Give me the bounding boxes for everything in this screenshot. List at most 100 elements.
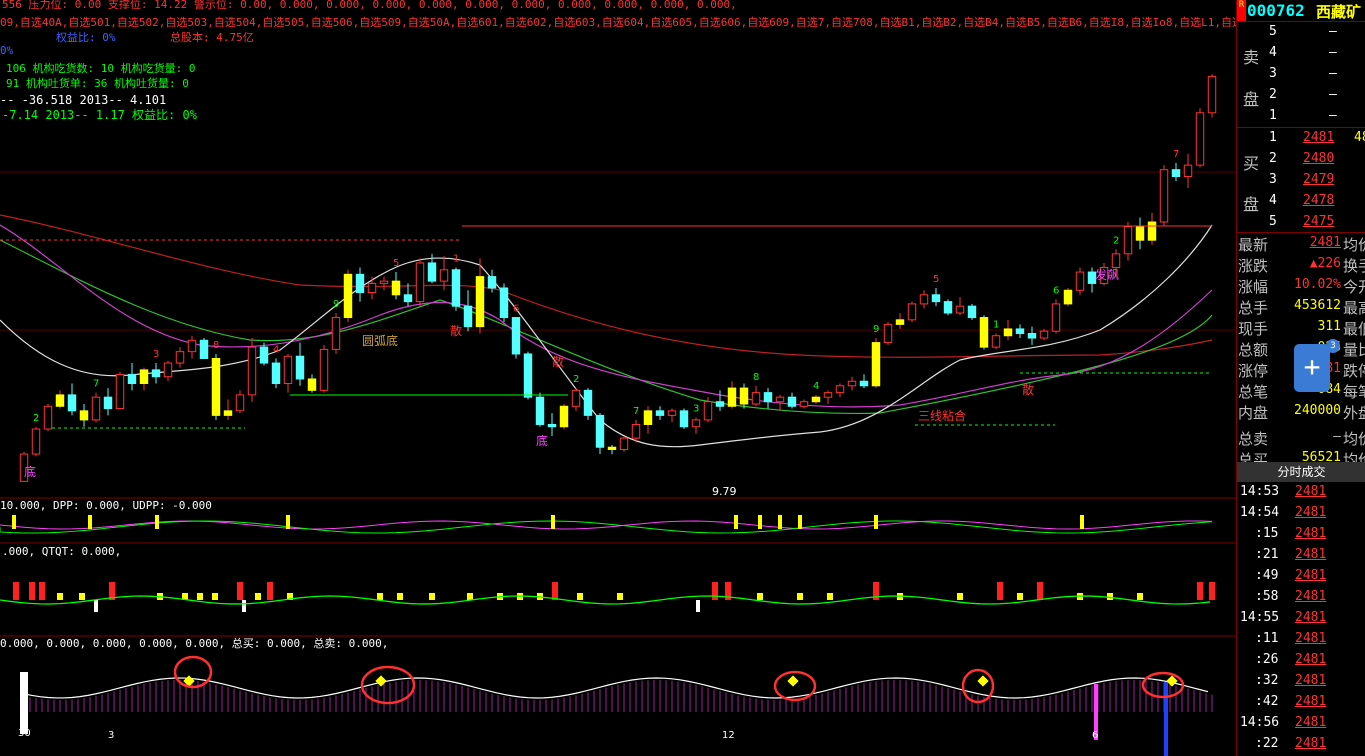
candle-body — [319, 348, 329, 391]
candle-body — [763, 392, 773, 403]
candle-body — [1183, 164, 1193, 177]
label-bottom-left: 底 — [24, 464, 36, 479]
r-badge-icon[interactable]: R — [1237, 0, 1246, 21]
dpp-signal-bar — [778, 515, 782, 529]
candle-count-label: 8 — [753, 372, 759, 383]
qtqt-red-bar — [13, 582, 19, 600]
buy-side-label-2: 盘 — [1243, 195, 1260, 214]
stat-right-label: 最低 — [1343, 320, 1365, 338]
candle-count-label: 2 — [573, 374, 579, 385]
qtqt-yellow-bar — [1017, 593, 1023, 600]
qtqt-white-bar — [94, 600, 98, 612]
buy-price[interactable]: 2479 — [1303, 172, 1334, 187]
buy-price[interactable]: 2475 — [1303, 214, 1334, 229]
candle-body — [547, 423, 557, 428]
stat-right-label: 量比 — [1343, 341, 1365, 359]
candle-body — [1135, 226, 1145, 241]
total-diamond-marker — [787, 675, 799, 687]
candlesticks: 2 7 3 8 4 9 5 1 6 2 7 3 8 4 9 5 1 6 2 7 — [19, 74, 1217, 482]
candle-body — [55, 394, 65, 407]
buy-price[interactable]: 2481 — [1303, 130, 1334, 145]
qtqt-red-bar — [29, 582, 35, 600]
candle-body — [595, 414, 605, 448]
qtqt-red-bar — [997, 582, 1003, 600]
trade-time: :22 — [1255, 736, 1279, 751]
qtqt-yellow-bar — [1107, 593, 1113, 600]
buy-level: 5 — [1269, 214, 1277, 229]
add-icon[interactable]: + — [1294, 344, 1330, 392]
candle-body — [31, 428, 41, 455]
sell-level: 5 — [1269, 24, 1277, 39]
tab-time-trades[interactable]: 分时成交 — [1237, 462, 1365, 482]
buy-price[interactable]: 2480 — [1303, 151, 1334, 166]
candle-body — [403, 294, 413, 303]
stat-value: 2481 — [1309, 235, 1341, 250]
dpp-signal-bar — [734, 515, 738, 529]
label-bottom-2: 底 — [536, 433, 548, 448]
candle-body — [331, 317, 341, 350]
candle-body — [775, 396, 785, 403]
candle-count-label: 9 — [333, 299, 339, 310]
candle-body — [895, 319, 905, 325]
candle-count-label: 5 — [393, 258, 399, 269]
stat-right-label: 换手 — [1343, 257, 1365, 275]
candle-body — [79, 410, 89, 421]
candle-body — [355, 273, 365, 294]
candle-count-label: 2 — [1113, 235, 1119, 246]
candle-body — [991, 335, 1001, 348]
qtqt-yellow-bar — [827, 593, 833, 600]
support-lines — [0, 225, 1212, 429]
qtqt-yellow-bar — [377, 593, 383, 600]
stat-value: 10.02% — [1294, 277, 1341, 292]
buy-level: 1 — [1269, 130, 1277, 145]
stat-label: 内盘 — [1238, 404, 1269, 422]
trade-time: :42 — [1255, 694, 1279, 709]
qtqt-label: .000, QTQT: 0.000, — [2, 545, 121, 558]
sell-side-label-2: 盘 — [1243, 90, 1260, 109]
candle-body — [223, 410, 233, 416]
trade-price: 2481 — [1295, 568, 1327, 583]
trade-price: 2481 — [1295, 547, 1327, 562]
buy-volume: 48 — [1354, 130, 1365, 145]
candle-body — [811, 396, 821, 403]
stat-label: 涨幅 — [1238, 278, 1269, 296]
sell-level: 1 — [1269, 108, 1277, 123]
candle-body — [703, 401, 713, 421]
stat-label: 总卖 — [1238, 430, 1269, 448]
candle-body — [715, 401, 725, 407]
label-launch: 发飙 — [1095, 267, 1119, 282]
candle-body — [439, 269, 449, 282]
stat-label: 总笔 — [1238, 383, 1269, 401]
candle-body — [163, 362, 173, 378]
qtqt-red-bar — [267, 582, 273, 600]
label-sell-1: 散 — [450, 323, 462, 338]
total-label: 0.000, 0.000, 0.000, 0.000, 0.000, 总买: 0… — [0, 636, 388, 650]
candle-body — [679, 410, 689, 428]
sell-volume: – — [1329, 87, 1337, 102]
candle-body — [751, 392, 761, 405]
trade-price: 2481 — [1295, 484, 1327, 499]
buy-level: 3 — [1269, 172, 1277, 187]
qtqt-yellow-bar — [467, 593, 473, 600]
buy-level: 4 — [1269, 193, 1277, 208]
candle-body — [91, 396, 101, 421]
candle-body — [463, 305, 473, 328]
qtqt-yellow-bar — [79, 593, 85, 600]
candle-body — [739, 387, 749, 405]
pane-borders — [0, 171, 1236, 637]
candle-body — [643, 410, 653, 425]
buy-level: 2 — [1269, 151, 1277, 166]
buy-price[interactable]: 2478 — [1303, 193, 1334, 208]
sell-volume: – — [1329, 24, 1337, 39]
candle-body — [451, 269, 461, 307]
trade-price: 2481 — [1295, 505, 1327, 520]
dpp-signal-bar — [798, 515, 802, 529]
axis-label-3: 12 — [722, 730, 735, 741]
kline-chart-area[interactable]: 556 压力位: 0.00 支撑位: 14.22 警示位: 0.00, 0.00… — [0, 0, 1236, 756]
candle-count-label: 7 — [93, 379, 99, 390]
header-inst-buy: 106 机构吃货数: 10 机构吃货量: 0 — [6, 61, 195, 75]
candle-body — [235, 394, 245, 412]
header-total-shares: 总股本: 4.75亿 — [170, 30, 254, 44]
moving-average-lines — [0, 214, 1213, 448]
candle-body — [1111, 253, 1121, 269]
